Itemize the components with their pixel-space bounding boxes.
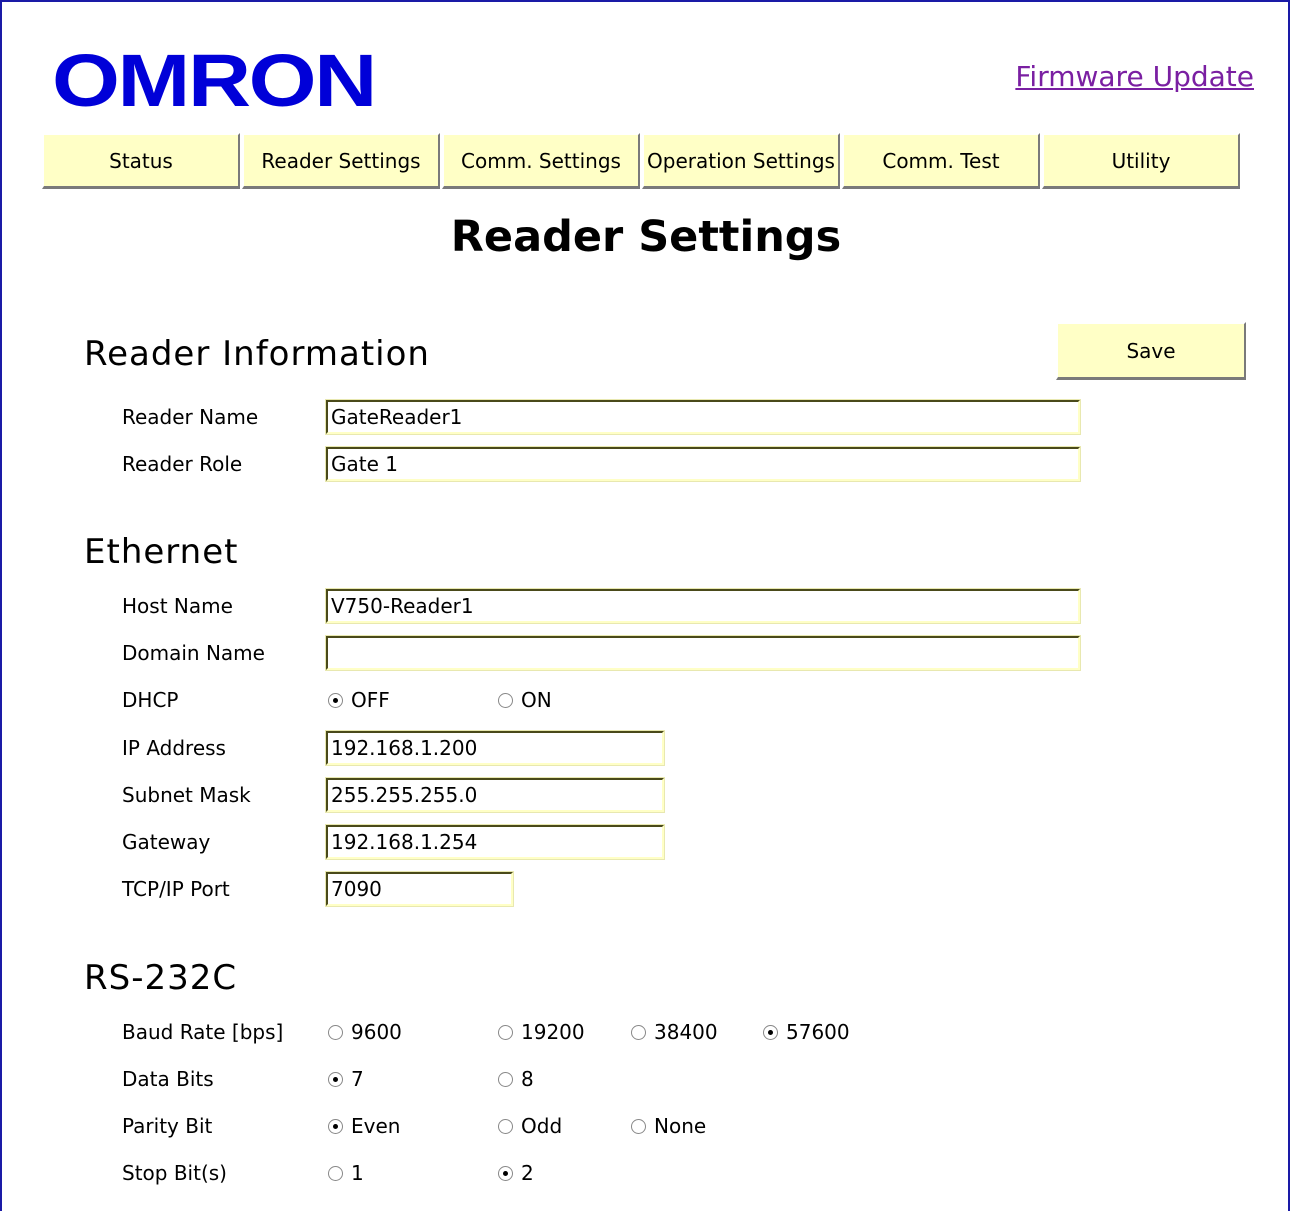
data-bits-label: Data Bits	[122, 1067, 214, 1091]
stop-bits-1-radio[interactable]: 1	[328, 1161, 364, 1185]
stop-bits-2-radio[interactable]: 2	[498, 1161, 534, 1185]
parity-bit-label: Parity Bit	[122, 1114, 213, 1138]
baud-9600-radio[interactable]: 9600	[328, 1020, 402, 1044]
radio-selected-icon	[328, 1071, 343, 1087]
reader-name-label: Reader Name	[122, 405, 259, 429]
radio-selected-icon	[328, 1118, 343, 1134]
baud-38400-radio[interactable]: 38400	[631, 1020, 718, 1044]
tab-status[interactable]: Status	[42, 133, 240, 189]
radio-label: 1	[351, 1161, 364, 1185]
parity-none-radio[interactable]: None	[631, 1114, 706, 1138]
radio-selected-icon	[763, 1024, 778, 1040]
reader-role-label: Reader Role	[122, 452, 243, 476]
parity-even-radio[interactable]: Even	[328, 1114, 400, 1138]
host-name-label: Host Name	[122, 594, 233, 618]
radio-label: 19200	[521, 1020, 585, 1044]
data-bits-8-radio[interactable]: 8	[498, 1067, 534, 1091]
baud-rate-label: Baud Rate [bps]	[122, 1020, 284, 1044]
ip-address-label: IP Address	[122, 736, 226, 760]
gateway-input[interactable]	[325, 824, 665, 860]
domain-name-label: Domain Name	[122, 641, 265, 665]
tab-reader-settings[interactable]: Reader Settings	[242, 133, 440, 189]
section-title-rs232c: RS-232C	[84, 958, 238, 998]
reader-role-input[interactable]	[325, 446, 1081, 482]
dhcp-label: DHCP	[122, 688, 179, 712]
radio-label: 9600	[351, 1020, 402, 1044]
tcp-port-input[interactable]	[325, 871, 514, 907]
nav-tabs: Status Reader Settings Comm. Settings Op…	[42, 133, 1242, 189]
radio-unselected-icon	[498, 1118, 513, 1134]
gateway-label: Gateway	[122, 830, 211, 854]
section-title-ethernet: Ethernet	[84, 532, 239, 572]
domain-name-input[interactable]	[325, 635, 1081, 671]
section-title-reader-information: Reader Information	[84, 334, 430, 374]
radio-unselected-icon	[498, 1071, 513, 1087]
parity-odd-radio[interactable]: Odd	[498, 1114, 562, 1138]
subnet-mask-label: Subnet Mask	[122, 783, 251, 807]
dhcp-off-radio[interactable]: OFF	[328, 688, 390, 712]
tab-operation-settings[interactable]: Operation Settings	[642, 133, 840, 189]
radio-label: ON	[521, 688, 552, 712]
data-bits-7-radio[interactable]: 7	[328, 1067, 364, 1091]
radio-unselected-icon	[328, 1165, 343, 1181]
stop-bits-label: Stop Bit(s)	[122, 1161, 227, 1185]
radio-label: Odd	[521, 1114, 563, 1138]
radio-label: None	[654, 1114, 707, 1138]
ip-address-input[interactable]	[325, 730, 665, 766]
radio-label: 57600	[786, 1020, 850, 1044]
reader-name-input[interactable]	[325, 399, 1081, 435]
tab-comm-test[interactable]: Comm. Test	[842, 133, 1040, 189]
subnet-mask-input[interactable]	[325, 777, 665, 813]
radio-label: OFF	[351, 688, 390, 712]
radio-unselected-icon	[631, 1118, 646, 1134]
radio-label: 8	[521, 1067, 534, 1091]
save-button[interactable]: Save	[1056, 322, 1246, 380]
tab-comm-settings[interactable]: Comm. Settings	[442, 133, 640, 189]
radio-label: 7	[351, 1067, 364, 1091]
omron-logo: OMRON	[52, 39, 377, 122]
radio-label: 38400	[654, 1020, 718, 1044]
radio-unselected-icon	[498, 1024, 513, 1040]
radio-selected-icon	[328, 692, 343, 708]
radio-label: 2	[521, 1161, 534, 1185]
radio-selected-icon	[498, 1165, 513, 1181]
firmware-update-link[interactable]: Firmware Update	[1015, 60, 1254, 93]
radio-unselected-icon	[328, 1024, 343, 1040]
baud-19200-radio[interactable]: 19200	[498, 1020, 585, 1044]
baud-57600-radio[interactable]: 57600	[763, 1020, 850, 1044]
dhcp-on-radio[interactable]: ON	[498, 688, 552, 712]
tcp-port-label: TCP/IP Port	[122, 877, 230, 901]
radio-label: Even	[351, 1114, 401, 1138]
radio-unselected-icon	[498, 692, 513, 708]
radio-unselected-icon	[631, 1024, 646, 1040]
page-title: Reader Settings	[450, 212, 842, 262]
host-name-input[interactable]	[325, 588, 1081, 624]
tab-utility[interactable]: Utility	[1042, 133, 1240, 189]
